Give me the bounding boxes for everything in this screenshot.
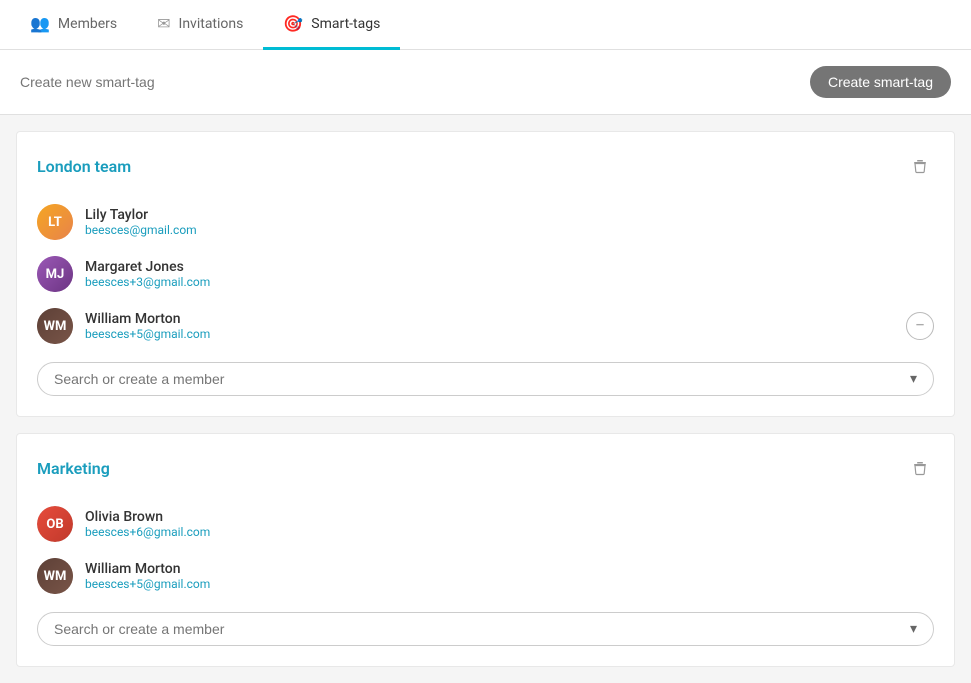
avatar: MJ [37,256,73,292]
invitations-icon: ✉ [157,14,170,33]
member-row: LT Lily Taylor beesces@gmail.com − [37,196,934,248]
remove-member-button[interactable]: − [906,312,934,340]
tab-smart-tags[interactable]: 🎯 Smart-tags [263,0,400,50]
member-info: Olivia Brown beesces+6@gmail.com [85,509,894,539]
create-smart-tag-button[interactable]: Create smart-tag [810,66,951,98]
tag-card-marketing: Marketing OB Olivia Brown beesces+6@gmai… [16,433,955,667]
member-row: WM William Morton beesces+5@gmail.com − [37,550,934,602]
create-bar: Create smart-tag [0,50,971,115]
member-name: Lily Taylor [85,207,894,223]
avatar: LT [37,204,73,240]
member-email: beesces@gmail.com [85,223,894,237]
tag-header-london: London team [37,152,934,180]
member-email: beesces+5@gmail.com [85,327,894,341]
chevron-down-icon: ▾ [910,371,917,387]
member-info: Margaret Jones beesces+3@gmail.com [85,259,894,289]
tag-title-marketing: Marketing [37,459,110,478]
search-member-dropdown-london[interactable]: ▾ [37,362,934,396]
tab-members-label: Members [58,16,117,32]
tag-card-london-team: London team LT Lily Taylor beesces@gmail… [16,131,955,417]
tab-smart-tags-label: Smart-tags [311,16,380,32]
delete-london-team-button[interactable] [906,152,934,180]
member-list-marketing: OB Olivia Brown beesces+6@gmail.com − WM… [37,498,934,602]
tab-members[interactable]: 👥 Members [10,0,137,50]
member-info: William Morton beesces+5@gmail.com [85,311,894,341]
tabs-bar: 👥 Members ✉ Invitations 🎯 Smart-tags [0,0,971,50]
member-info: Lily Taylor beesces@gmail.com [85,207,894,237]
member-name: Olivia Brown [85,509,894,525]
member-info: William Morton beesces+5@gmail.com [85,561,894,591]
avatar: WM [37,558,73,594]
member-list-london: LT Lily Taylor beesces@gmail.com − MJ Ma… [37,196,934,352]
avatar: OB [37,506,73,542]
search-member-input-marketing[interactable] [54,621,910,637]
content-area: London team LT Lily Taylor beesces@gmail… [0,115,971,683]
member-name: William Morton [85,311,894,327]
avatar: WM [37,308,73,344]
tag-title-london: London team [37,157,131,176]
tab-invitations[interactable]: ✉ Invitations [137,0,263,50]
member-row: OB Olivia Brown beesces+6@gmail.com − [37,498,934,550]
smart-tags-icon: 🎯 [283,14,303,33]
chevron-down-icon: ▾ [910,621,917,637]
member-email: beesces+6@gmail.com [85,525,894,539]
member-row: MJ Margaret Jones beesces+3@gmail.com − [37,248,934,300]
search-member-input-london[interactable] [54,371,910,387]
member-email: beesces+3@gmail.com [85,275,894,289]
member-name: Margaret Jones [85,259,894,275]
search-member-dropdown-marketing[interactable]: ▾ [37,612,934,646]
tab-invitations-label: Invitations [179,16,244,32]
create-smart-tag-input[interactable] [20,74,810,90]
members-icon: 👥 [30,14,50,33]
member-email: beesces+5@gmail.com [85,577,894,591]
member-row: WM William Morton beesces+5@gmail.com − [37,300,934,352]
member-name: William Morton [85,561,894,577]
delete-marketing-button[interactable] [906,454,934,482]
tag-header-marketing: Marketing [37,454,934,482]
